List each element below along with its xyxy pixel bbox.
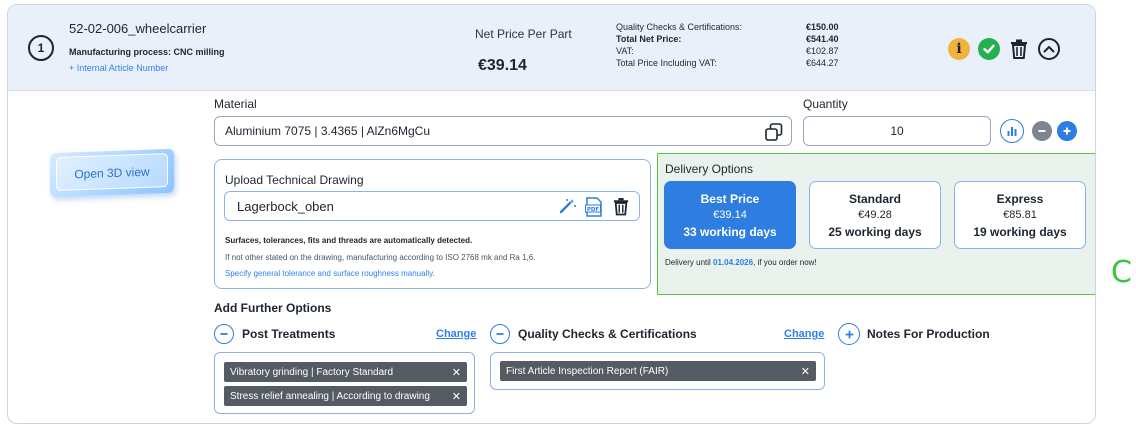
remove-chip-icon[interactable]: ✕: [452, 366, 461, 379]
delete-drawing-trash-icon[interactable]: [613, 197, 629, 219]
quality-check-chip: First Article Inspection Report (FAIR) ✕: [500, 361, 816, 381]
pdf-icon[interactable]: PDF: [585, 197, 603, 220]
remove-chip-icon[interactable]: ✕: [801, 365, 810, 378]
check-icon[interactable]: [978, 38, 1000, 60]
post-treatments-change-link[interactable]: Change: [436, 328, 476, 340]
quantity-decrease-button[interactable]: [1032, 121, 1052, 141]
delivery-option-express[interactable]: Express €85.81 19 working days: [954, 181, 1086, 249]
quality-checks-change-link[interactable]: Change: [784, 328, 824, 340]
summary-row-total-incl-vat: Total Price Including VAT: €644.27: [616, 58, 839, 68]
open-3d-view-button[interactable]: Open 3D view: [50, 148, 174, 198]
delivery-option-best-price[interactable]: Best Price €39.14 33 working days: [664, 181, 796, 249]
specify-tolerance-link[interactable]: Specify general tolerance and surface ro…: [225, 269, 435, 278]
material-value: Aluminium 7075 | 3.4365 | AlZn6MgCu: [225, 124, 431, 138]
info-icon[interactable]: i: [948, 38, 970, 60]
collapse-icon[interactable]: [1038, 38, 1060, 60]
notes-for-production-label: Notes For Production: [867, 327, 990, 341]
further-options-title: Add Further Options: [214, 301, 332, 315]
trash-icon[interactable]: [1008, 38, 1030, 60]
manufacturing-process: Manufacturing process: CNC milling: [69, 47, 225, 57]
summary-row-total-net: Total Net Price: €541.40: [616, 34, 839, 44]
quantity-increase-button[interactable]: [1057, 121, 1077, 141]
quality-checks-collapse-button[interactable]: [490, 324, 510, 344]
price-scale-chart-icon[interactable]: [1000, 119, 1024, 143]
net-price-value: €39.14: [478, 57, 527, 74]
quantity-input[interactable]: 10: [803, 116, 991, 146]
delivery-option-standard[interactable]: Standard €49.28 25 working days: [809, 181, 941, 249]
delivery-date: 01.04.2026: [713, 258, 754, 267]
post-treatment-chip: Stress relief annealing | According to d…: [224, 386, 467, 406]
quality-checks-label: Quality Checks & Certifications: [518, 327, 697, 341]
svg-text:PDF: PDF: [587, 207, 600, 213]
position-number: 1: [28, 35, 54, 61]
quantity-value: 10: [890, 124, 904, 138]
quantity-label: Quantity: [803, 97, 848, 111]
post-treatments-list: Vibratory grinding | Factory Standard ✕ S…: [214, 352, 475, 414]
upload-title: Upload Technical Drawing: [225, 173, 364, 187]
material-label: Material: [214, 97, 257, 111]
part-name: 52-02-006_wheelcarrier: [69, 21, 207, 36]
open-3d-view-label: Open 3D view: [74, 164, 150, 182]
upload-drawing-panel: Upload Technical Drawing Lagerbock_oben …: [214, 159, 651, 289]
summary-row-quality: Quality Checks & Certifications: €150.00: [616, 22, 839, 32]
post-treatments-label: Post Treatments: [242, 327, 336, 341]
magic-wand-icon[interactable]: [559, 198, 577, 217]
delivery-title: Delivery Options: [665, 162, 754, 176]
delivery-options-panel: Delivery Options Best Price €39.14 33 wo…: [657, 153, 1095, 295]
post-treatment-chip: Vibratory grinding | Factory Standard ✕: [224, 362, 467, 382]
drawing-file-field[interactable]: Lagerbock_oben PDF: [224, 191, 640, 221]
post-treatments-collapse-button[interactable]: [214, 324, 234, 344]
summary-row-vat: VAT: €102.87: [616, 46, 839, 56]
internal-article-number-link[interactable]: + Internal Article Number: [69, 63, 168, 73]
net-price-label: Net Price Per Part: [475, 27, 572, 41]
copy-icon[interactable]: [765, 123, 783, 144]
quality-checks-list: First Article Inspection Report (FAIR) ✕: [490, 352, 825, 390]
remove-chip-icon[interactable]: ✕: [452, 390, 461, 403]
item-actions: i: [948, 36, 1060, 62]
auto-detect-note: Surfaces, tolerances, fits and threads a…: [225, 236, 473, 245]
drawing-file-name: Lagerbock_oben: [237, 198, 334, 214]
side-letter: C: [1111, 255, 1132, 290]
price-summary: Quality Checks & Certifications: €150.00 …: [616, 21, 876, 69]
order-item-card: 1 52-02-006_wheelcarrier Manufacturing p…: [7, 4, 1096, 424]
item-header: 1 52-02-006_wheelcarrier Manufacturing p…: [8, 5, 1095, 91]
add-notes-button[interactable]: [838, 323, 860, 345]
delivery-until-text: Delivery until 01.04.2026, if you order …: [665, 258, 817, 267]
material-select[interactable]: Aluminium 7075 | 3.4365 | AlZn6MgCu: [214, 116, 792, 146]
iso-note: If not other stated on the drawing, manu…: [225, 253, 536, 262]
